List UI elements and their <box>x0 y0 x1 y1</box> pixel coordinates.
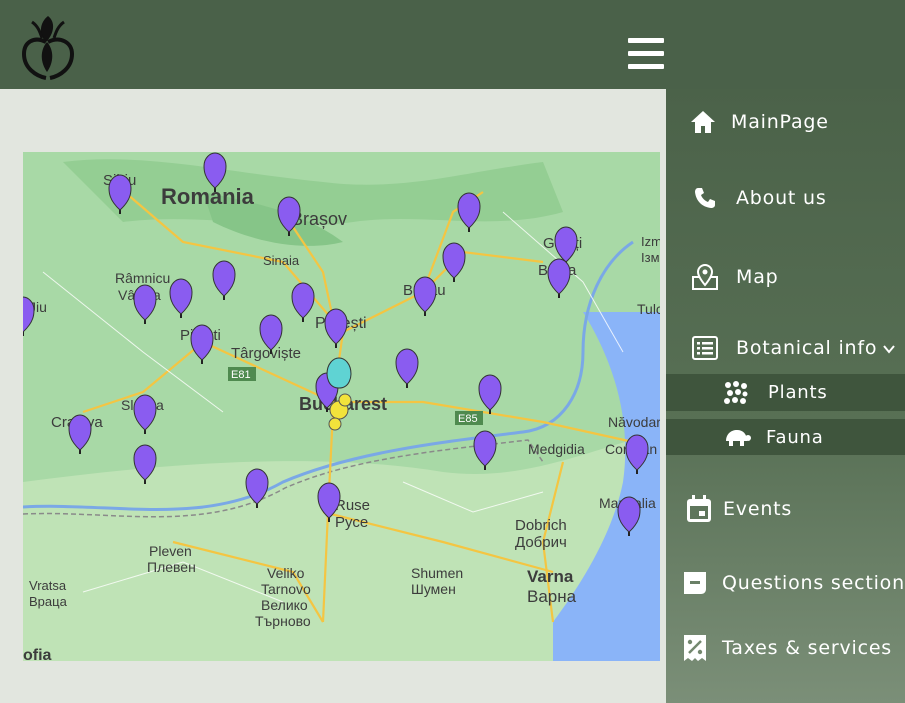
calendar-icon <box>684 494 714 524</box>
nav-item-label: Botanical info <box>736 337 878 359</box>
label-romania: Romania <box>161 184 255 209</box>
nav-item-mainpage[interactable]: MainPage <box>688 107 905 137</box>
nav-item-label: Map <box>736 266 779 288</box>
home-icon <box>688 107 718 137</box>
phone-icon <box>690 183 720 213</box>
label-vratsa: Vratsa <box>29 578 67 593</box>
selected-marker[interactable] <box>326 357 352 389</box>
label-tarnovo: Tarnovo <box>261 581 311 597</box>
nav-item-label: Events <box>723 498 793 520</box>
label-izmail2: Ізм <box>641 250 660 265</box>
label-tarnovo-cyr: Търново <box>255 613 311 629</box>
nav-item-label: Taxes & services <box>722 637 893 659</box>
label-varna: Varna <box>527 567 574 586</box>
chat-icon <box>680 568 710 598</box>
nav-item-about-us[interactable]: About us <box>690 183 905 213</box>
label-ruse-cyr: Русе <box>335 514 368 531</box>
nav-item-map[interactable]: Map <box>690 262 905 292</box>
label-ramnicu: Râmnicu <box>115 270 170 286</box>
nav-item-label: Questions section <box>722 572 905 594</box>
label-veliko: Veliko <box>267 565 305 581</box>
label-varna-cyr: Варна <box>527 587 577 606</box>
map-view[interactable]: Romania Brașov Sibiu Sinaia Buzău Galați… <box>23 152 660 661</box>
label-medgidia: Medgidia <box>528 441 585 457</box>
submenu-item-label: Fauna <box>766 426 824 448</box>
label-sofia: ofia <box>23 647 52 661</box>
label-izmail: Izm <box>641 234 660 249</box>
label-veliko-cyr: Велико <box>261 597 308 613</box>
label-shumen-cyr: Шумен <box>411 581 456 597</box>
top-bar <box>0 0 905 89</box>
submenu-item-plants[interactable]: Plants <box>666 374 905 411</box>
nav-item-botanical-info[interactable]: Botanical info <box>690 333 905 363</box>
label-shumen: Shumen <box>411 565 463 581</box>
label-tulcea: Tulc <box>637 301 660 317</box>
map-pin-icon <box>690 262 720 292</box>
label-pleven-cyr: Плевен <box>147 559 196 575</box>
nav-item-label: MainPage <box>731 111 829 133</box>
label-dobrich: Dobrich <box>515 517 567 534</box>
label-vratsa-cyr: Враца <box>29 594 68 609</box>
nav-item-label: About us <box>736 187 827 209</box>
label-sinaia: Sinaia <box>263 253 300 268</box>
sidebar-menu: MainPage About us Map Botanical info Pla… <box>666 89 905 703</box>
plants-icon <box>723 380 749 406</box>
label-pleven: Pleven <box>149 543 192 559</box>
submenu-item-fauna[interactable]: Fauna <box>666 419 905 455</box>
submenu-item-label: Plants <box>768 382 828 403</box>
nav-item-questions-section[interactable]: Questions section <box>680 568 905 598</box>
turtle-icon <box>723 426 751 448</box>
map-canvas[interactable]: Romania Brașov Sibiu Sinaia Buzău Galați… <box>23 152 660 661</box>
label-targoviste: Târgoviște <box>231 345 301 362</box>
hamburger-icon[interactable] <box>628 38 664 70</box>
label-dobrich-cyr: Добрич <box>515 534 567 551</box>
nav-item-events[interactable]: Events <box>684 494 905 524</box>
label-e81: E81 <box>231 369 251 381</box>
list-icon <box>690 333 720 363</box>
label-e85: E85 <box>458 413 478 425</box>
label-navodari: Năvodari <box>608 414 660 430</box>
chevron-down-icon[interactable] <box>883 339 896 358</box>
receipt-percent-icon <box>680 633 710 663</box>
nav-item-taxes-services[interactable]: Taxes & services <box>680 633 905 663</box>
flower-logo[interactable] <box>18 8 80 82</box>
